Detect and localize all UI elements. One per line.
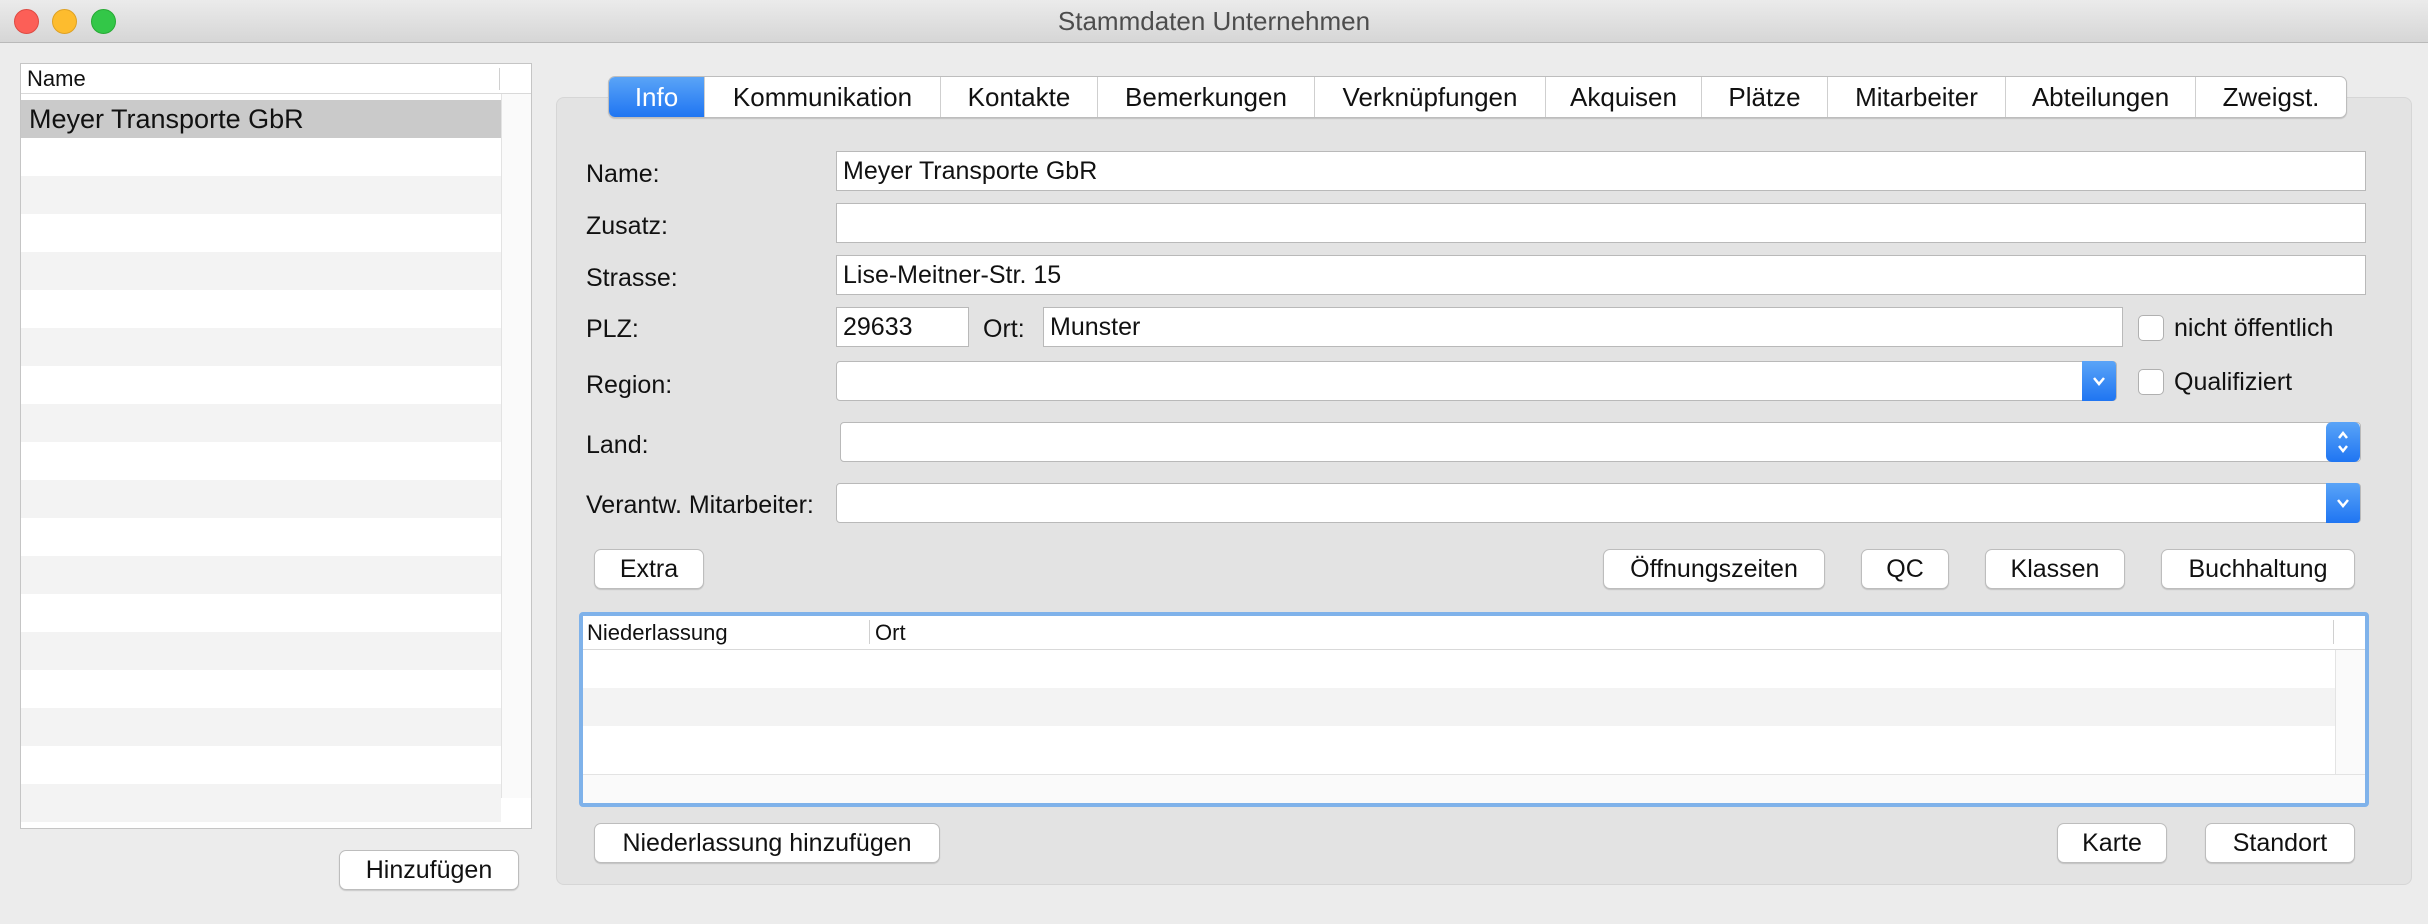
ort-field[interactable]: Munster [1043, 307, 2123, 347]
land-popup[interactable] [840, 422, 2361, 462]
empty-row [21, 252, 501, 290]
karte-button[interactable]: Karte [2057, 823, 2167, 863]
chevron-down-icon [2093, 377, 2105, 386]
empty-row [21, 366, 501, 404]
zusatz-field[interactable] [836, 203, 2366, 243]
nicht-oeffentlich-label: nicht öffentlich [2174, 314, 2334, 342]
empty-row [21, 594, 501, 632]
empty-row [21, 784, 501, 822]
empty-row [21, 404, 501, 442]
extra-button[interactable]: Extra [594, 549, 704, 589]
empty-row [21, 708, 501, 746]
column-header-niederlassung[interactable]: Niederlassung [587, 618, 728, 648]
empty-row [21, 746, 501, 784]
name-label: Name: [586, 160, 660, 188]
land-label: Land: [586, 431, 649, 459]
empty-row [21, 480, 501, 518]
tab-zweigstellen[interactable]: Zweigst. [2196, 77, 2346, 117]
oeffnungszeiten-button[interactable]: Öffnungszeiten [1603, 549, 1825, 589]
empty-row [21, 138, 501, 176]
ort-label: Ort: [983, 315, 1025, 343]
mitarbeiter-label: Verantw. Mitarbeiter: [586, 491, 814, 519]
list-header: Name [21, 64, 531, 94]
buchhaltung-button[interactable]: Buchhaltung [2161, 549, 2355, 589]
add-company-button[interactable]: Hinzufügen [339, 850, 519, 890]
tab-kontakte[interactable]: Kontakte [941, 77, 1098, 117]
zusatz-label: Zusatz: [586, 212, 668, 240]
vertical-scrollbar[interactable] [2335, 650, 2365, 774]
qualifiziert-label: Qualifiziert [2174, 368, 2293, 396]
region-combobox[interactable] [836, 361, 2117, 401]
column-header-ort[interactable]: Ort [875, 618, 906, 648]
mitarbeiter-dropdown-button[interactable] [2326, 483, 2360, 523]
company-list[interactable]: Name Meyer Transporte GbR [20, 63, 532, 829]
empty-row [583, 688, 2335, 726]
plz-field[interactable]: 29633 [836, 307, 969, 347]
tab-verknuepfungen[interactable]: Verknüpfungen [1315, 77, 1546, 117]
tab-info[interactable]: Info [609, 77, 705, 117]
tab-akquisen[interactable]: Akquisen [1546, 77, 1702, 117]
region-dropdown-button[interactable] [2082, 361, 2116, 401]
strasse-field[interactable]: Lise-Meitner-Str. 15 [836, 255, 2366, 295]
up-down-chevron-icon [2338, 430, 2348, 454]
mitarbeiter-combobox[interactable] [836, 483, 2361, 523]
name-field[interactable]: Meyer Transporte GbR [836, 151, 2366, 191]
vertical-scrollbar[interactable] [501, 94, 531, 798]
strasse-label: Strasse: [586, 264, 678, 292]
qualifiziert-checkbox[interactable] [2138, 369, 2164, 395]
qc-button[interactable]: QC [1861, 549, 1949, 589]
empty-row [21, 290, 501, 328]
empty-row [21, 518, 501, 556]
tab-bemerkungen[interactable]: Bemerkungen [1098, 77, 1315, 117]
list-item-label: Meyer Transporte GbR [29, 104, 304, 134]
tab-mitarbeiter[interactable]: Mitarbeiter [1828, 77, 2006, 117]
tab-plaetze[interactable]: Plätze [1702, 77, 1828, 117]
empty-row [21, 632, 501, 670]
empty-row [583, 650, 2335, 688]
empty-row [583, 726, 2335, 764]
empty-row [21, 670, 501, 708]
empty-row [21, 214, 501, 252]
window-title: Stammdaten Unternehmen [1057, 6, 1371, 36]
land-stepper-button[interactable] [2326, 422, 2360, 462]
chevron-down-icon [2337, 499, 2349, 508]
niederlassung-table[interactable]: Niederlassung Ort [579, 612, 2369, 807]
empty-row [21, 176, 501, 214]
column-header-name[interactable]: Name [27, 66, 86, 92]
nicht-oeffentlich-checkbox[interactable] [2138, 315, 2164, 341]
empty-row [21, 556, 501, 594]
empty-row [21, 442, 501, 480]
tab-bar: Info Kommunikation Kontakte Bemerkungen … [608, 76, 2347, 118]
column-divider [869, 620, 870, 644]
tab-kommunikation[interactable]: Kommunikation [705, 77, 941, 117]
column-divider [2333, 620, 2334, 644]
horizontal-scrollbar[interactable] [583, 774, 2365, 803]
table-header: Niederlassung Ort [583, 616, 2365, 650]
list-item[interactable]: Meyer Transporte GbR [21, 100, 501, 138]
plz-label: PLZ: [586, 315, 639, 343]
klassen-button[interactable]: Klassen [1985, 549, 2125, 589]
add-niederlassung-button[interactable]: Niederlassung hinzufügen [594, 823, 940, 863]
tab-abteilungen[interactable]: Abteilungen [2006, 77, 2196, 117]
empty-row [21, 328, 501, 366]
region-label: Region: [586, 371, 673, 399]
column-divider [499, 68, 500, 90]
standort-button[interactable]: Standort [2205, 823, 2355, 863]
